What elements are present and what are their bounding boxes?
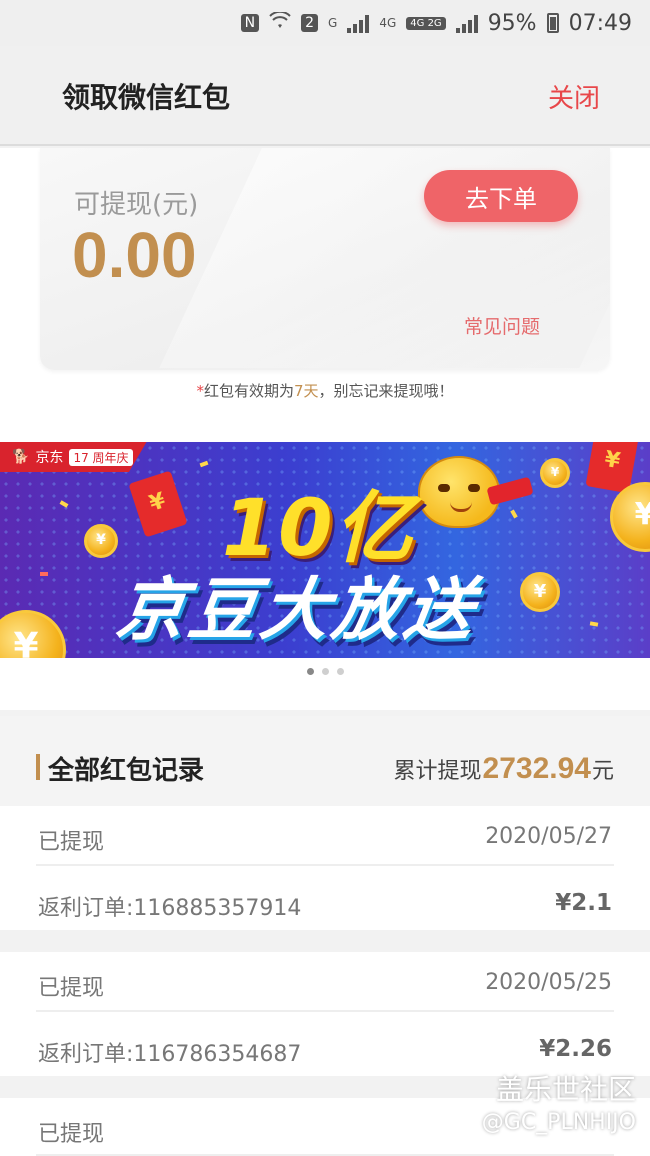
close-button[interactable]: 关闭 [548, 78, 600, 115]
withdrawable-label: 可提现(元) [74, 190, 199, 220]
record-gap [0, 1076, 650, 1098]
pager-dot-active[interactable] [306, 668, 314, 675]
coin-icon [540, 458, 570, 488]
coin-icon [520, 572, 560, 612]
clock: 07:49 [568, 10, 632, 36]
banner-headline-text: 京豆大放送 [111, 571, 483, 650]
app-header: 领取微信红包 关闭 [0, 46, 650, 146]
jd-dog-icon: 🐕 [12, 449, 30, 465]
record-amount: ¥2.26 [539, 1036, 612, 1062]
anniversary-label: 17 周年庆 [69, 448, 133, 466]
record-amount: ¥2.1 [555, 890, 612, 916]
record-card[interactable]: 已提现 [0, 1098, 650, 1156]
network-type-4g: 4G [379, 16, 397, 30]
page-title: 领取微信红包 [62, 81, 231, 114]
record-order: 返利订单:116786354687 [38, 1042, 302, 1067]
pager-dot[interactable] [321, 668, 329, 675]
record-status: 已提现 [38, 830, 105, 855]
total-withdrawn: 累计提现 2732.94 元 [394, 752, 614, 786]
coin-icon [84, 524, 118, 558]
notice-asterisk: * [196, 382, 204, 400]
battery-percent: 95% [487, 10, 537, 36]
total-value: 2732.94 [482, 752, 591, 785]
main-content: 可提现(元) 0.00 去下单 常见问题 *红包有效期为7天，别忘记来提现哦！ … [0, 148, 650, 710]
divider [36, 1010, 614, 1012]
jd-brand-label: 京东 [35, 450, 64, 466]
signal-bars-2-icon [455, 13, 478, 33]
record-status: 已提现 [38, 976, 105, 1001]
signal-bars-icon [347, 13, 370, 33]
record-status: 已提现 [38, 1122, 105, 1147]
place-order-button[interactable]: 去下单 [424, 170, 578, 222]
divider [36, 864, 614, 866]
notice-suffix: ，别忘记来提现哦！ [318, 382, 454, 400]
confetti [40, 572, 48, 576]
pager-dot[interactable] [336, 668, 344, 675]
section-accent-bar [36, 754, 40, 780]
network-type-4g2g: 4G 2G [406, 16, 446, 30]
record-date: 2020/05/25 [485, 970, 612, 995]
withdrawable-amount: 0.00 [72, 219, 197, 291]
records-title: 全部红包记录 [48, 756, 205, 786]
sim-slot-badge: 2 [301, 14, 319, 32]
nfc-icon: N [240, 14, 260, 32]
record-card[interactable]: 已提现 2020/05/25 返利订单:116786354687 ¥2.26 [0, 952, 650, 1076]
wifi-icon [269, 10, 291, 35]
expiry-notice: *红包有效期为7天，别忘记来提现哦！ [0, 380, 650, 401]
promo-banner[interactable]: 🐕 京东 17 周年庆 10亿 京豆大放送 [0, 442, 650, 658]
notice-prefix: 红包有效期为 [203, 382, 294, 400]
battery-icon [546, 13, 559, 33]
records-header: 全部红包记录 累计提现 2732.94 元 [0, 716, 650, 806]
record-card[interactable]: 已提现 2020/05/27 返利订单:116885357914 ¥2.1 [0, 806, 650, 930]
total-prefix: 累计提现 [393, 759, 482, 784]
balance-card: 可提现(元) 0.00 去下单 常见问题 [40, 148, 610, 370]
faq-link[interactable]: 常见问题 [464, 312, 540, 339]
banner-pager [0, 668, 650, 675]
notice-days: 7天 [293, 382, 319, 400]
record-date: 2020/05/27 [485, 824, 612, 849]
network-type-g: G [328, 16, 338, 30]
record-order: 返利订单:116885357914 [38, 896, 302, 921]
record-gap [0, 930, 650, 952]
total-unit: 元 [591, 759, 614, 784]
status-bar: N 2 G 4G 4G 2G 95% 07:49 [0, 0, 650, 46]
jd-brand-badge: 🐕 京东 17 周年庆 [0, 442, 147, 472]
